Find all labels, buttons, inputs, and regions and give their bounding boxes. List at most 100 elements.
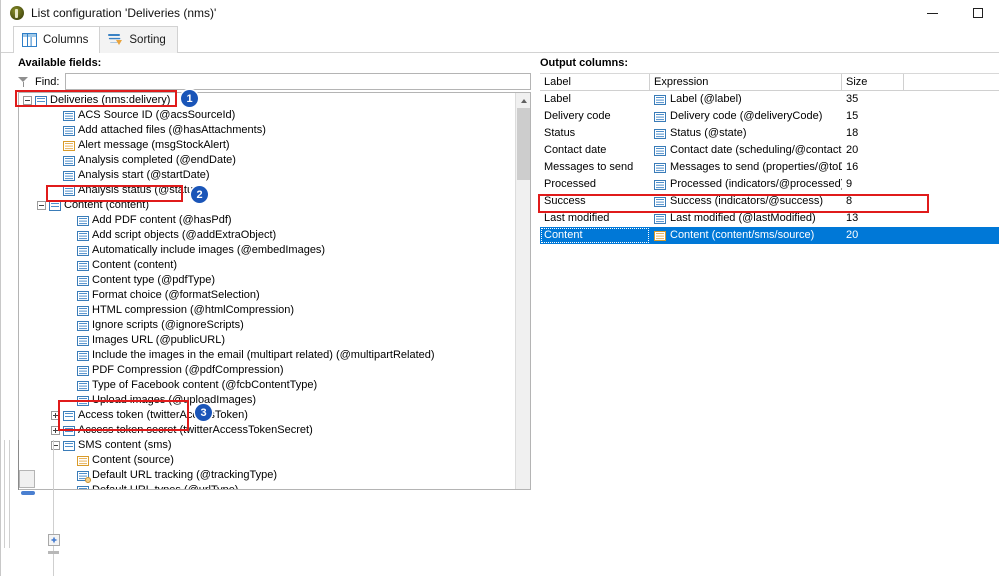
tree-node-label: Format choice (@formatSelection) [92,289,260,301]
tree-node[interactable]: Default URL tracking (@trackingType) [19,468,516,483]
table-row[interactable]: Status Status (@state) 18 [540,125,999,142]
table-row[interactable]: Label Label (@label) 35 [540,91,999,108]
field-icon [654,179,666,190]
window-edge-line-1 [4,440,5,548]
column-header-expression[interactable]: Expression [650,74,842,91]
cell-expression: Status (@state) [650,125,842,142]
tree-node-label: Ignore scripts (@ignoreScripts) [92,319,244,331]
field-icon-orange [654,230,666,241]
field-icon [654,111,666,122]
tree-node[interactable]: Upload images (@uploadImages) [19,393,516,408]
tree-node[interactable]: Content type (@pdfType) [19,273,516,288]
tab-sorting[interactable]: Sorting [99,26,178,53]
field-icon [77,395,89,406]
tree-node[interactable]: Add PDF content (@hasPdf) [19,213,516,228]
field-icon [77,350,89,361]
table-row[interactable]: Content Content (content/sms/source) 20 [540,227,999,244]
available-fields-tree[interactable]: Deliveries (nms:delivery) ACS Source ID (… [18,92,531,490]
tab-strip: Columns Sorting [1,26,999,53]
app-logo-icon [10,6,24,20]
cell-filler [904,142,999,159]
tree-node[interactable]: Ignore scripts (@ignoreScripts) [19,318,516,333]
field-icon-dot [77,470,92,483]
tree-node[interactable]: HTML compression (@htmlCompression) [19,303,516,318]
cell-expression-text: Success (indicators/@success) [670,195,823,207]
field-icon [654,196,666,207]
search-input[interactable] [65,73,531,90]
tree-node[interactable]: Include the images in the email (multipa… [19,348,516,363]
tree-node[interactable]: Add script objects (@addExtraObject) [19,228,516,243]
table-row[interactable]: Contact date Contact date (scheduling/@co… [540,142,999,159]
cell-size: 20 [846,144,859,156]
scroll-up-arrow-icon[interactable] [516,93,530,108]
cell-expression-text: Label (@label) [670,93,742,105]
tree-node[interactable]: Type of Facebook content (@fcbContentTyp… [19,378,516,393]
expand-icon[interactable] [51,426,60,435]
cell-expression: Content (content/sms/source) [650,227,842,244]
tree-node[interactable]: Access token secret (twitterAccessTokenS… [19,423,516,438]
tree-node[interactable]: ACS Source ID (@acsSourceId) [19,108,516,123]
tree-node[interactable]: Content (content) [19,198,516,213]
tree-node[interactable]: Access token (twitterAccessToken) [19,408,516,423]
table-row[interactable]: Processed Processed (indicators/@processe… [540,176,999,193]
tree-spacer-icon [65,216,74,225]
tree-node-label: Content type (@pdfType) [92,274,216,286]
output-columns-grid[interactable]: Label Expression Size Label Label (@label… [540,73,999,490]
resize-grip-icon[interactable] [48,534,60,546]
folder-icon [63,410,75,421]
cell-expression: Delivery code (@deliveryCode) [650,108,842,125]
table-row[interactable]: Delivery code Delivery code (@deliveryCod… [540,108,999,125]
field-icon [77,245,89,256]
field-icon [63,125,75,136]
tree-node[interactable]: Analysis start (@startDate) [19,168,516,183]
minimize-button[interactable] [910,0,955,26]
column-header-label[interactable]: Label [540,74,650,91]
tree-node[interactable]: Default URL types (@urlType) [19,483,516,489]
tree-node[interactable]: Analysis completed (@endDate) [19,153,516,168]
scrollbar-thumb[interactable] [517,108,530,180]
tree-node[interactable]: Format choice (@formatSelection) [19,288,516,303]
expand-icon[interactable] [51,411,60,420]
grid-header-row: Label Expression Size [540,74,999,91]
tab-columns[interactable]: Columns [13,26,101,53]
folder-icon [63,425,75,436]
tree-node[interactable]: Deliveries (nms:delivery) [19,93,516,108]
field-icon-dot [77,485,89,489]
table-row[interactable]: Messages to send Messages to send (proper… [540,159,999,176]
drag-handle[interactable] [21,491,35,495]
tree-node[interactable]: Automatically include images (@embedImag… [19,243,516,258]
tree-node-label: Upload images (@uploadImages) [92,394,257,406]
collapse-icon[interactable] [37,201,46,210]
column-header-size[interactable]: Size [842,74,904,91]
tree-spacer-icon [65,336,74,345]
tree-node[interactable]: Content (source) [19,453,516,468]
window-title: List configuration 'Deliveries (nms)' [31,6,217,20]
window-edge-line-2 [9,440,10,548]
tree-node-label: Content (content) [64,199,149,211]
tree-node-label: Automatically include images (@embedImag… [92,244,326,256]
cell-size: 18 [846,127,859,139]
folder-icon [49,200,61,211]
tree-node[interactable]: Analysis status (@status) [19,183,516,198]
tree-scrollbar[interactable] [515,93,530,489]
cell-expression-text: Contact date (scheduling/@contactDa.. [670,144,842,156]
tree-node[interactable]: PDF Compression (@pdfCompression) [19,363,516,378]
tree-node[interactable]: SMS content (sms) [19,438,516,453]
tree-node[interactable]: Alert message (msgStockAlert) [19,138,516,153]
collapse-icon[interactable] [23,96,32,105]
table-row[interactable]: Last modified Last modified (@lastModifie… [540,210,999,227]
tree-node[interactable]: Content (content) [19,258,516,273]
maximize-button[interactable] [955,0,999,26]
table-row[interactable]: Success Success (indicators/@success) 8 [540,193,999,210]
tree-node-label: Content (content) [92,259,177,271]
tree-node-label: ACS Source ID (@acsSourceId) [78,109,236,121]
scroll-end-box[interactable] [19,470,35,488]
cell-label: Last modified [544,212,610,224]
cell-filler [904,159,999,176]
grid-icon [22,33,37,47]
tree-node[interactable]: Add attached files (@hasAttachments) [19,123,516,138]
cell-expression-text: Messages to send (properties/@toDeli... [670,161,842,173]
find-label: Find: [35,75,60,88]
field-icon [77,320,89,331]
tree-node[interactable]: Images URL (@publicURL) [19,333,516,348]
